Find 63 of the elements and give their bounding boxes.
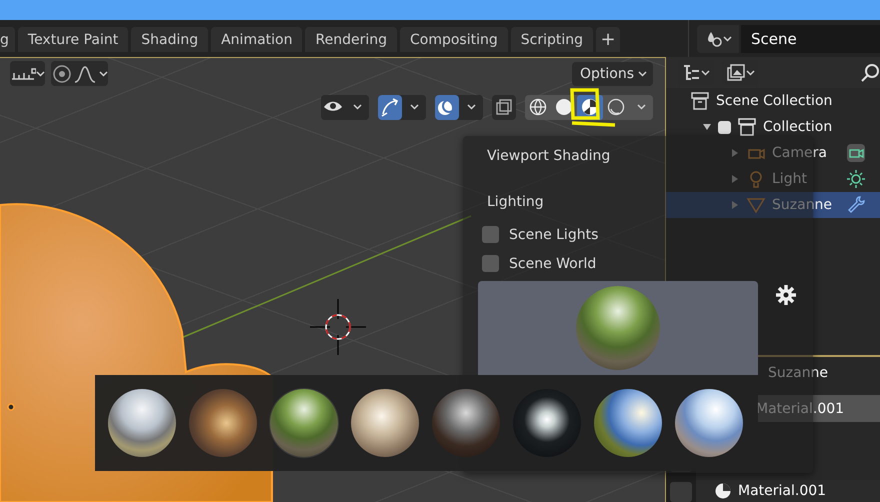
- workspace-tab[interactable]: Shading: [131, 27, 208, 52]
- overlay-button[interactable]: [435, 94, 483, 120]
- material-name-field[interactable]: Material.001: [738, 483, 826, 499]
- outliner-row[interactable]: Scene Collection: [666, 88, 880, 114]
- collection-icon: [737, 117, 757, 137]
- caret-icon: [722, 36, 732, 42]
- images-icon: [726, 64, 746, 82]
- caret-icon: [410, 104, 418, 110]
- xray-icon: [495, 98, 513, 116]
- caret-icon: [701, 70, 710, 76]
- disclosure-triangle-icon[interactable]: [702, 122, 712, 132]
- scene-selector-button[interactable]: [697, 24, 739, 52]
- object-name: Suzanne: [767, 365, 830, 383]
- gizmo-button[interactable]: [378, 94, 426, 120]
- workspace-tab[interactable]: Rendering: [305, 27, 397, 52]
- 3d-cursor-icon: [310, 299, 366, 355]
- lighting-checkbox[interactable]: Scene Lights: [482, 226, 598, 243]
- material-icon[interactable]: [714, 482, 732, 500]
- add-tab-button[interactable]: +: [596, 27, 620, 52]
- caret-icon: [99, 70, 108, 76]
- outliner-list-icon: [681, 64, 701, 82]
- caret-icon: [36, 70, 45, 76]
- popover-title: Viewport Shading: [487, 148, 610, 164]
- outliner-item-label: Camera: [772, 145, 827, 161]
- snap-icon: [10, 66, 36, 80]
- workspace-tab[interactable]: Texture Paint: [18, 27, 128, 52]
- visibility-button[interactable]: [321, 94, 369, 120]
- workspace-tab[interactable]: Animation: [211, 27, 302, 52]
- caret-icon: [636, 104, 646, 110]
- settings-icon[interactable]: [775, 284, 797, 306]
- solid-sphere-icon: [555, 98, 573, 116]
- section-label: Lighting: [487, 194, 544, 210]
- camera-data-icon[interactable]: [846, 143, 866, 163]
- scene-name-field[interactable]: Scene: [741, 24, 880, 52]
- target-icon: [51, 62, 73, 84]
- outliner-item-label: Light: [772, 171, 807, 187]
- checkbox[interactable]: [718, 120, 731, 134]
- xray-button[interactable]: [492, 94, 516, 120]
- workspace-tab[interactable]: Scripting: [510, 27, 594, 52]
- lighting-checkbox[interactable]: Scene World: [482, 255, 596, 272]
- gizmo-icon: [379, 97, 401, 117]
- workspace-tab[interactable]: g: [0, 27, 15, 52]
- wrench-icon[interactable]: [846, 195, 866, 215]
- workspace-tab[interactable]: Compositing: [400, 27, 508, 52]
- collection-icon: [690, 91, 710, 111]
- environment-preview[interactable]: [478, 281, 758, 375]
- material-sphere-icon: [581, 98, 599, 116]
- wireframe-sphere-icon: [529, 98, 547, 116]
- rendered-sphere-icon: [607, 98, 625, 116]
- sun-icon[interactable]: [846, 169, 866, 189]
- outliner-item-label: Collection: [763, 119, 832, 135]
- outliner-item-label: Suzanne: [772, 197, 832, 213]
- environment-sphere[interactable]: [270, 389, 338, 457]
- options-button[interactable]: Options: [572, 62, 653, 86]
- caret-icon: [466, 104, 476, 110]
- outliner-item-label: Scene Collection: [716, 93, 832, 109]
- snap-button[interactable]: [10, 61, 45, 86]
- caret-icon: [352, 104, 362, 110]
- proportional-edit-button[interactable]: [51, 61, 108, 86]
- caret-icon: [638, 70, 647, 76]
- caret-icon: [746, 70, 755, 76]
- outliner-row[interactable]: Collection: [666, 114, 880, 140]
- search-icon[interactable]: [860, 62, 880, 82]
